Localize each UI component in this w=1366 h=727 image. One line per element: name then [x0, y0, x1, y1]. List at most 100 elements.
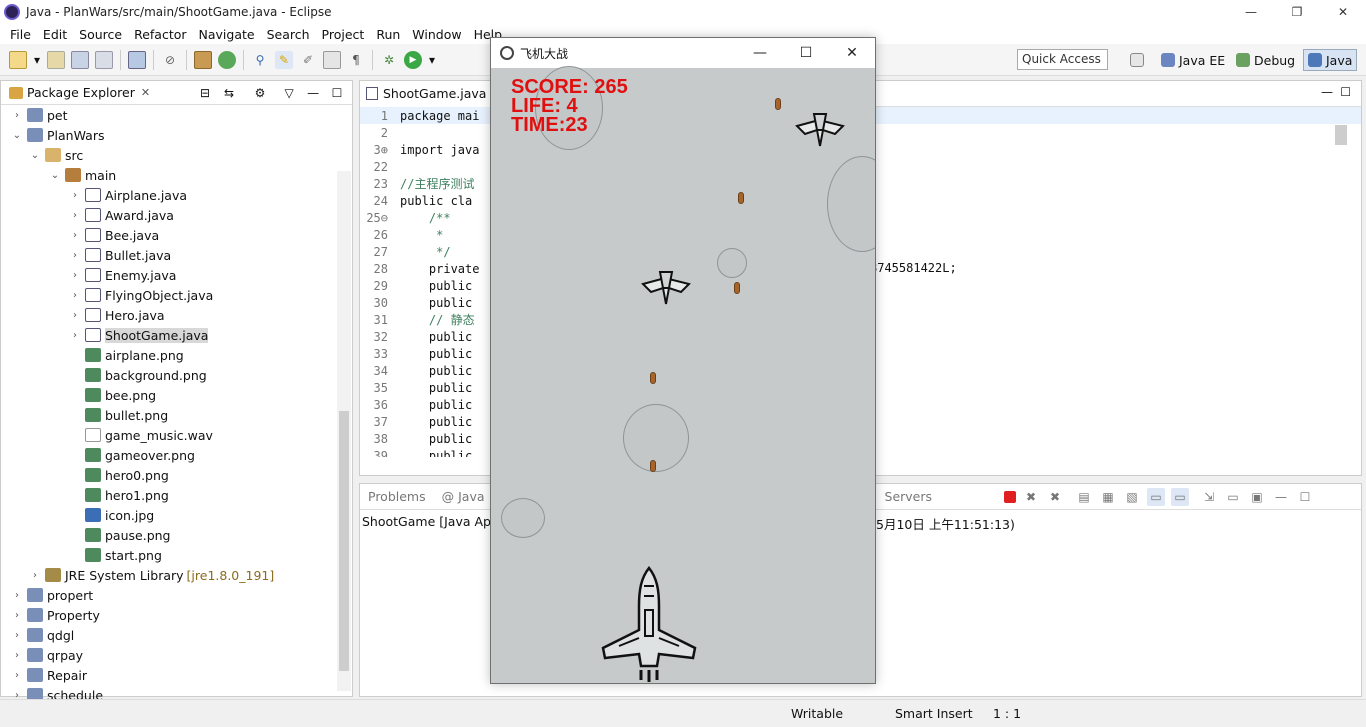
menu-navigate[interactable]: Navigate	[193, 27, 261, 42]
perspective-java[interactable]: Java	[1303, 49, 1357, 71]
minimize-view-icon[interactable]: —	[304, 84, 322, 102]
tree-item[interactable]: hero0.png	[1, 465, 352, 485]
quick-access-input[interactable]: Quick Access	[1017, 49, 1108, 70]
tree-item[interactable]: bullet.png	[1, 405, 352, 425]
tree-item[interactable]: hero1.png	[1, 485, 352, 505]
minimize-button[interactable]: —	[1228, 0, 1274, 24]
scroll-lock-icon[interactable]: ▦	[1099, 488, 1117, 506]
tree-item[interactable]: › Award.java	[1, 205, 352, 225]
link-editor-icon[interactable]: ⇆	[220, 84, 238, 102]
tree-item[interactable]: › Hero.java	[1, 305, 352, 325]
collapse-all-icon[interactable]: ⊟	[196, 84, 214, 102]
chevron-icon[interactable]: ›	[69, 250, 81, 261]
chevron-icon[interactable]: ›	[11, 650, 23, 661]
editor-scrollbar[interactable]	[1333, 111, 1347, 461]
new-console-icon[interactable]: ▣	[1248, 488, 1266, 506]
tree-item[interactable]: ⌄ main	[1, 165, 352, 185]
menu-edit[interactable]: Edit	[37, 27, 73, 42]
close-icon[interactable]: ✕	[141, 86, 150, 99]
remove-launch-icon[interactable]: ✖	[1022, 488, 1040, 506]
game-maximize-button[interactable]: ☐	[783, 38, 829, 68]
chevron-icon[interactable]: ›	[69, 270, 81, 281]
show-on-output-icon[interactable]: ▭	[1147, 487, 1166, 506]
maximize-view-icon[interactable]: ☐	[328, 84, 346, 102]
tree-item[interactable]: › JRE System Library [jre1.8.0_191]	[1, 565, 352, 585]
tree-item[interactable]: › Airplane.java	[1, 185, 352, 205]
show-on-error-icon[interactable]: ▭	[1171, 487, 1190, 506]
console-icon[interactable]	[128, 50, 146, 69]
run-dropdown-icon[interactable]: ▾	[428, 51, 436, 69]
game-minimize-button[interactable]: —	[737, 38, 783, 68]
tree-item[interactable]: › qrpay	[1, 645, 352, 665]
new-icon[interactable]	[9, 50, 27, 69]
tree-item[interactable]: icon.jpg	[1, 505, 352, 525]
scrollbar-thumb[interactable]	[339, 411, 349, 671]
perspective-java-ee[interactable]: Java EE	[1161, 49, 1225, 71]
run-icon[interactable]: ▶	[404, 50, 422, 69]
filters-icon[interactable]: ⚙	[251, 84, 269, 102]
tree-item[interactable]: › Bee.java	[1, 225, 352, 245]
restore-button[interactable]: ❐	[1274, 0, 1320, 24]
tree-item[interactable]: › Repair	[1, 665, 352, 685]
chevron-icon[interactable]: ›	[69, 290, 81, 301]
tree-item[interactable]: pause.png	[1, 525, 352, 545]
menu-window[interactable]: Window	[406, 27, 467, 42]
open-type-icon[interactable]: ⚲	[251, 51, 269, 69]
chevron-icon[interactable]: ⌄	[49, 170, 61, 181]
tab-servers[interactable]: Servers	[877, 489, 941, 504]
tab-problems[interactable]: Problems	[360, 489, 434, 504]
close-button[interactable]: ✕	[1320, 0, 1366, 24]
chevron-icon[interactable]: ›	[11, 590, 23, 601]
tree-item[interactable]: ⌄ PlanWars	[1, 125, 352, 145]
chevron-icon[interactable]: ›	[11, 610, 23, 621]
chevron-icon[interactable]: ⌄	[29, 150, 41, 161]
chevron-icon[interactable]: ›	[11, 670, 23, 681]
menu-run[interactable]: Run	[370, 27, 406, 42]
chevron-icon[interactable]: ⌄	[11, 130, 23, 141]
tree-item[interactable]: ⌄ src	[1, 145, 352, 165]
game-close-button[interactable]: ✕	[829, 38, 875, 68]
display-console-icon[interactable]: ▭	[1224, 488, 1242, 506]
save-all-icon[interactable]	[95, 50, 113, 69]
tree-item[interactable]: › ShootGame.java	[1, 325, 352, 345]
tab-javadoc[interactable]: @ Java	[434, 489, 493, 504]
editor-tab-shootgame[interactable]: ShootGame.java ✕	[360, 80, 508, 107]
menu-project[interactable]: Project	[316, 27, 371, 42]
menu-file[interactable]: File	[4, 27, 37, 42]
new-dropdown-icon[interactable]: ▾	[33, 51, 41, 69]
mark-occurrences-icon[interactable]: ✐	[299, 51, 317, 69]
package-explorer-scrollbar[interactable]	[337, 171, 351, 691]
minimize-view-icon[interactable]: —	[1272, 488, 1290, 506]
maximize-view-icon[interactable]: ☐	[1296, 488, 1314, 506]
chevron-icon[interactable]: ›	[69, 190, 81, 201]
tree-item[interactable]: start.png	[1, 545, 352, 565]
tree-item[interactable]: gameover.png	[1, 445, 352, 465]
tree-item[interactable]: › Bullet.java	[1, 245, 352, 265]
save-icon[interactable]	[71, 50, 89, 69]
tree-item[interactable]: › Property	[1, 605, 352, 625]
tree-item[interactable]: › propert	[1, 585, 352, 605]
chevron-icon[interactable]: ›	[11, 630, 23, 641]
class-icon[interactable]	[218, 50, 236, 69]
tree-item[interactable]: background.png	[1, 365, 352, 385]
remove-all-icon[interactable]: ✖	[1046, 488, 1064, 506]
tree-item[interactable]: game_music.wav	[1, 425, 352, 445]
tree-item[interactable]: › FlyingObject.java	[1, 285, 352, 305]
skip-breakpoints-icon[interactable]: ⊘	[161, 51, 179, 69]
chevron-icon[interactable]: ›	[69, 330, 81, 341]
maximize-view-icon[interactable]: ☐	[1340, 85, 1351, 99]
highlight-icon[interactable]: ✎	[275, 50, 293, 69]
tree-item[interactable]: › Enemy.java	[1, 265, 352, 285]
chevron-icon[interactable]: ›	[69, 230, 81, 241]
menu-source[interactable]: Source	[73, 27, 128, 42]
menu-search[interactable]: Search	[261, 27, 316, 42]
open-perspective-button[interactable]	[1130, 49, 1148, 71]
package-explorer-tab[interactable]: Package Explorer ✕	[1, 81, 158, 105]
pin-console-icon[interactable]: ⇲	[1200, 488, 1218, 506]
toggle-block-icon[interactable]	[323, 50, 341, 69]
menu-refactor[interactable]: Refactor	[128, 27, 192, 42]
view-menu-icon[interactable]: ▽	[280, 84, 298, 102]
debug-icon[interactable]: ✲	[380, 51, 398, 69]
clear-console-icon[interactable]: ▤	[1075, 488, 1093, 506]
chevron-icon[interactable]: ›	[29, 570, 41, 581]
